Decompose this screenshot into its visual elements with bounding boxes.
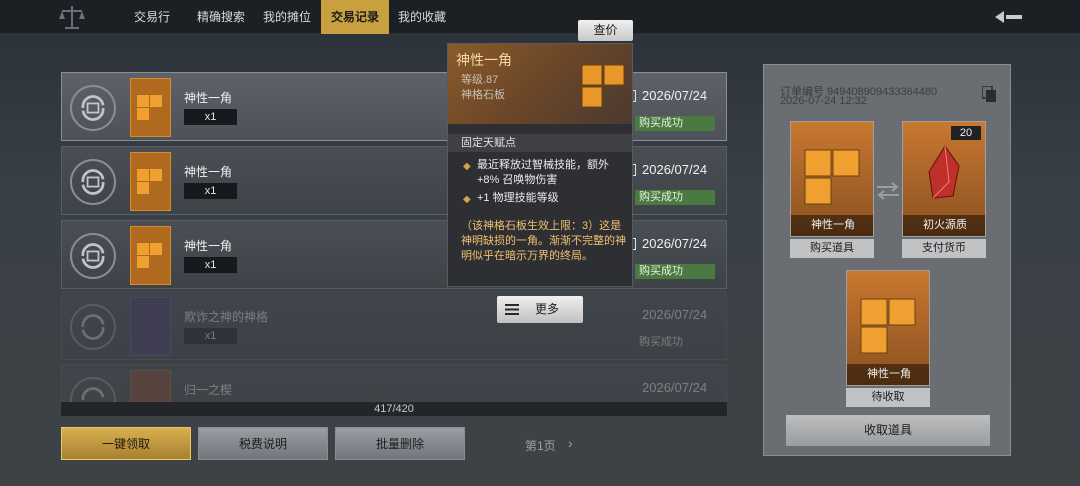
item-name: 神性一角 [184,239,233,253]
chevron-right-icon[interactable]: › [568,435,573,451]
status-badge: 购买成功 [635,116,715,131]
buy-item-card: 神性一角 [790,121,874,237]
currency-amount: 20 [951,126,981,140]
tab-trade-records[interactable]: 交易记录 [321,0,389,34]
back-arrow-icon[interactable] [992,9,1024,25]
pending-item-slot[interactable]: 神性一角 待收取 [846,270,930,407]
tab-my-stall[interactable]: 我的摊位 [258,0,316,34]
claim-all-button[interactable]: 一键领取 [61,427,191,460]
tooltip-bullet-text: +1 物理技能等级 [477,192,559,204]
refresh-exchange-icon [70,85,116,131]
order-detail-panel: 订单编号 949408909433364480 2026-07-24 12:32… [763,64,1011,456]
pending-item-card: 神性一角 [846,270,930,386]
buy-item-slot[interactable]: 神性一角 购买道具 [790,121,874,258]
status-badge: 购买成功 [635,190,715,205]
item-image [130,78,171,137]
refresh-exchange-icon [70,233,116,279]
item-image [130,226,171,285]
currency-card: 20 初火源质 [902,121,986,237]
record-date: 2026/07/24 [642,88,708,103]
buy-item-caption: 购买道具 [790,239,874,258]
item-quantity: x1 [184,257,237,273]
tooltip-header: 神性一角 等级.87 神格石板 [448,44,632,124]
check-price-button[interactable]: 查价 [578,20,633,41]
record-row[interactable]: 欺诈之神的神格 x1 2026/07/24 购买成功 [61,291,727,360]
record-count: 417/420 [61,402,727,416]
tooltip-type: 神格石板 [461,89,505,101]
item-quantity: x1 [184,109,237,125]
currency-name: 初火源质 [903,215,985,236]
diamond-bullet-icon: ◆ [463,194,471,205]
tab-precise-search[interactable]: 精确搜索 [189,0,253,34]
more-button[interactable]: 更多 [497,296,583,323]
currency-slot[interactable]: 20 初火源质 支付货币 [902,121,986,258]
tab-trading-house[interactable]: 交易行 [124,0,180,34]
tooltip-title: 神性一角 [456,52,512,68]
item-tooltip: 神性一角 等级.87 神格石板 固定天赋点 ◆ 最近释放过智械技能，额外 +8%… [447,43,633,287]
item-name: 神性一角 [184,91,233,105]
tab-favorites[interactable]: 我的收藏 [392,0,452,34]
tooltip-flavor-text: （该神格石板生效上限：3）这是神明缺损的一角。渐渐不完整的神明似乎在暗示万界的终… [461,220,626,262]
scales-logo-icon [59,6,85,29]
currency-caption: 支付货币 [902,239,986,258]
item-art-icon [581,64,625,108]
swap-arrows-icon [877,182,899,200]
record-date: 2026/07/24 [642,236,708,251]
record-date: 2026/07/24 [642,307,708,322]
record-date: 2026/07/24 [642,380,708,395]
record-date: 2026/07/24 [642,162,708,177]
item-image [130,297,171,356]
tooltip-section-title: 固定天赋点 [448,134,632,152]
item-name: 欺诈之神的神格 [184,310,269,324]
tooltip-level: 等级.87 [461,74,499,86]
top-nav-bar: 交易行 精确搜索 我的摊位 交易记录 我的收藏 [0,0,1080,34]
status-badge: 购买成功 [635,264,715,279]
pending-item-name: 神性一角 [847,364,929,385]
tax-info-button[interactable]: 税费说明 [198,427,328,460]
diamond-bullet-icon: ◆ [463,161,471,172]
item-name: 归一之楔 [184,383,233,397]
more-button-label: 更多 [535,302,560,316]
collect-item-button[interactable]: 收取道具 [786,415,990,446]
refresh-exchange-icon [70,159,116,205]
order-time: 2026-07-24 12:32 [780,95,867,107]
tooltip-bullet-text: 最近释放过智械技能，额外 +8% 召唤物伤害 [477,159,609,186]
buy-item-name: 神性一角 [791,215,873,236]
copy-icon[interactable] [982,86,996,102]
page-indicator: 第1页 [525,439,556,453]
item-name: 神性一角 [184,165,233,179]
item-quantity: x1 [184,328,237,344]
refresh-exchange-icon [70,304,116,350]
item-image [130,152,171,211]
batch-delete-button[interactable]: 批量删除 [335,427,465,460]
pending-item-caption: 待收取 [846,388,930,407]
menu-icon [505,304,519,315]
status-badge: 购买成功 [639,336,683,348]
item-quantity: x1 [184,183,237,199]
